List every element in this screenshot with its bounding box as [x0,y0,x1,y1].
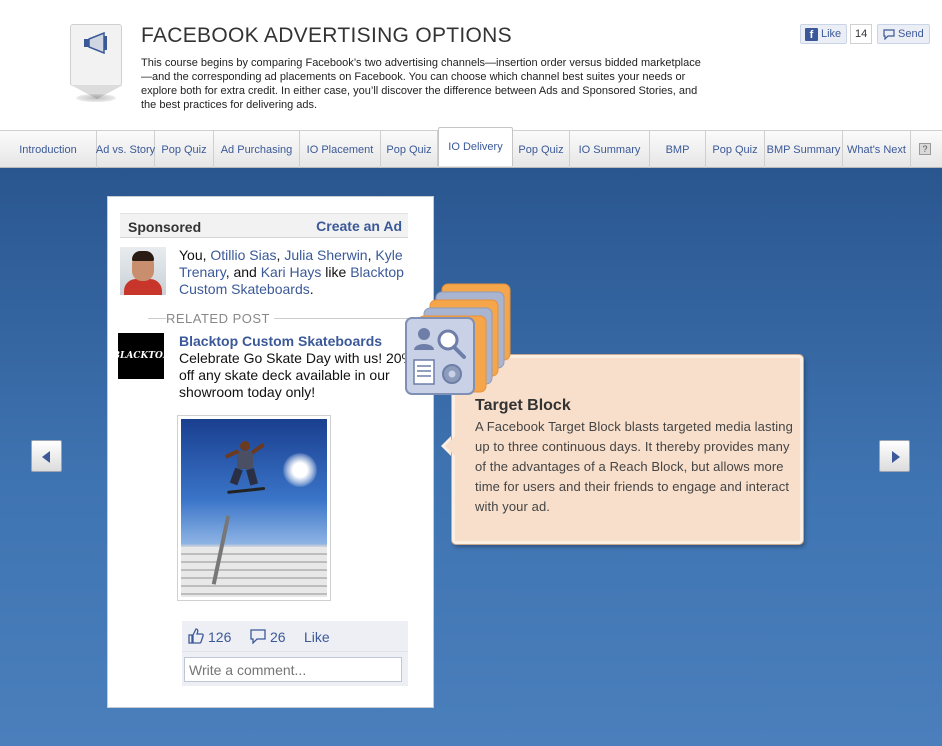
comment-bubble-icon [250,629,266,644]
tab-pop-quiz-3[interactable]: Pop Quiz [513,131,570,168]
sponsored-label: Sponsored [128,219,202,235]
post-text: Celebrate Go Skate Day with us! 20% off … [179,350,415,400]
friend-link-1[interactable]: Otillio Sias [210,247,276,263]
comment-area [182,651,408,686]
social-you: You, [179,247,211,263]
like-count-badge: 14 [850,24,873,44]
social-context-text: You, Otillio Sias, Julia Sherwin, Kyle T… [179,247,419,298]
like-button-label: Like [821,28,842,40]
tab-bar: Introduction Ad vs. Story Pop Quiz Ad Pu… [0,127,942,168]
post-photo[interactable] [177,415,331,601]
tab-pop-quiz-2[interactable]: Pop Quiz [381,131,438,168]
facebook-like-button[interactable]: f Like [800,24,848,44]
sponsored-story-card: Sponsored Create an Ad You, Otillio Sias… [107,196,434,708]
tab-io-placement[interactable]: IO Placement [300,131,381,168]
likes-count[interactable]: 126 [208,629,231,645]
comment-input[interactable] [184,657,402,682]
tab-pop-quiz-4[interactable]: Pop Quiz [706,131,765,168]
divider [274,318,408,319]
tab-pop-quiz-1[interactable]: Pop Quiz [155,131,214,168]
skater-figure [225,441,266,494]
brand-name-link[interactable]: Blacktop Custom Skateboards [179,333,382,349]
skater-photo [181,419,327,597]
friend-link-4[interactable]: Kari Hays [261,264,322,280]
send-button-label: Send [898,28,924,40]
logo-shadow [76,94,116,102]
facebook-send-button[interactable]: Send [877,24,930,44]
info-pointer-fill [445,435,456,457]
tab-bmp[interactable]: BMP [650,131,706,168]
brand-logo[interactable]: BLACKTOP [112,333,170,379]
social-end: . [309,281,314,297]
social-like-word: like [321,264,351,280]
course-header: FACEBOOK ADVERTISING OPTIONS This course… [0,0,942,128]
help-icon[interactable]: ? [919,143,931,155]
like-link[interactable]: Like [304,629,330,645]
send-bubble-icon [883,28,895,40]
target-block-stack-icon [405,283,511,395]
tab-io-summary[interactable]: IO Summary [570,131,650,168]
megaphone-icon [84,32,107,54]
thumbs-up-icon [188,628,204,644]
facebook-f-icon: f [805,27,818,41]
next-slide-button[interactable] [879,440,910,472]
lesson-stage: Sponsored Create an Ad You, Otillio Sias… [0,168,942,746]
story-actions-bar: 126 26 Like [182,621,408,651]
create-ad-link[interactable]: Create an Ad [316,218,402,234]
page-title: FACEBOOK ADVERTISING OPTIONS [141,24,512,47]
tab-bmp-summary[interactable]: BMP Summary [765,131,843,168]
avatar [120,247,166,295]
prev-slide-button[interactable] [31,440,62,472]
course-description: This course begins by comparing Facebook… [141,57,701,111]
tab-introduction[interactable]: Introduction [0,131,97,168]
tab-ad-vs-story[interactable]: Ad vs. Story [96,131,155,168]
sponsored-header: Sponsored Create an Ad [120,213,408,238]
divider [148,318,166,319]
tab-whats-next[interactable]: What's Next [843,131,911,168]
tab-ad-purchasing[interactable]: Ad Purchasing [214,131,300,168]
arrow-left-icon [42,451,50,463]
info-text: A Facebook Target Block blasts targeted … [475,419,793,514]
social-sep: , and [225,264,261,280]
friend-link-2[interactable]: Julia Sherwin [284,247,367,263]
arrow-right-icon [892,451,900,463]
comments-count[interactable]: 26 [270,629,286,645]
related-post-label: RELATED POST [166,311,271,326]
tab-io-delivery[interactable]: IO Delivery [438,127,513,166]
